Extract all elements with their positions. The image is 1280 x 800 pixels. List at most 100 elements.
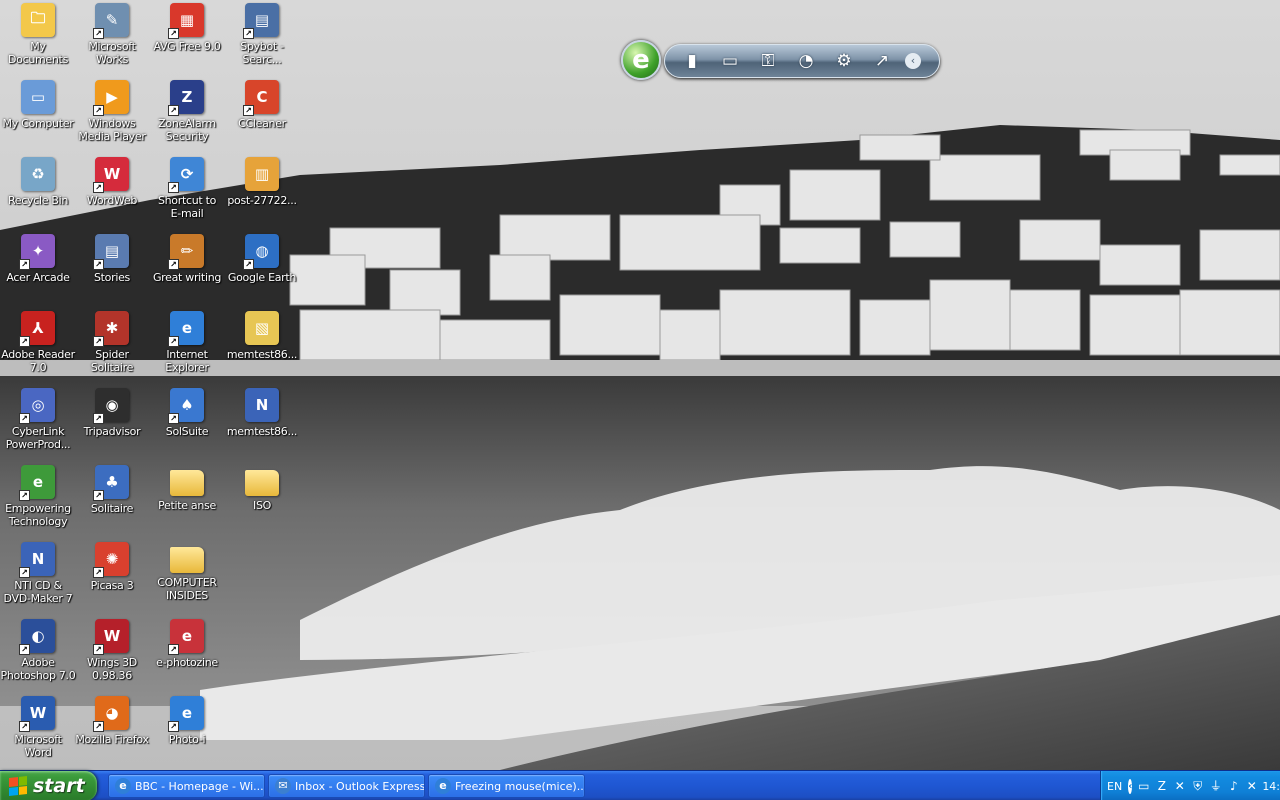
- media-player-icon: ▶ ↗: [93, 80, 129, 116]
- desktop-icon[interactable]: ▶ ↗ Windows Media Player: [74, 77, 150, 153]
- empowering-logo-icon[interactable]: e: [621, 40, 661, 80]
- taskbar-button-label: Inbox - Outlook Express: [295, 779, 425, 793]
- desktop-icon[interactable]: C ↗ CCleaner: [224, 77, 300, 153]
- desktop-icon[interactable]: ▦ ↗ AVG Free 9.0: [149, 0, 225, 76]
- power-plug-icon[interactable]: ⏚: [1208, 779, 1223, 794]
- desktop-icon[interactable]: ◎ ↗ CyberLink PowerProd...: [0, 385, 76, 461]
- desktop-icon[interactable]: ♻ Recycle Bin: [0, 154, 76, 230]
- outlook-express-icon: ✉: [275, 778, 291, 794]
- desktop-icon[interactable]: COMPUTER INSIDES: [149, 539, 225, 615]
- taskbar-button-bbc[interactable]: e BBC - Homepage - Wi...: [108, 774, 265, 798]
- desktop-icon-label: Internet Explorer: [165, 348, 209, 374]
- desktop-icon[interactable]: ✱ ↗ Spider Solitaire: [74, 308, 150, 384]
- desktop-icon[interactable]: e ↗ Photo-i: [149, 693, 225, 769]
- desktop-icon-label: Empowering Technology: [5, 502, 71, 528]
- desktop-icon[interactable]: e ↗ Internet Explorer: [149, 308, 225, 384]
- desktop-icon[interactable]: ◉ ↗ Tripadvisor: [74, 385, 150, 461]
- desktop-icon[interactable]: ⅄ ↗ Adobe Reader 7.0: [0, 308, 76, 384]
- desktop-icon-grid: 🗀 My Documents ✎ ↗ Microsoft Works ▦ ↗ AVG Free…: [0, 0, 300, 770]
- desktop-icon-label: My Documents: [7, 40, 69, 66]
- shortcut-arrow-icon: ↗: [243, 105, 254, 116]
- desktop-icon[interactable]: e ↗ e-photozine: [149, 616, 225, 692]
- desktop-icon-label: Google Earth: [227, 271, 297, 284]
- desktop-icon[interactable]: ▧ memtest86...: [224, 308, 300, 384]
- desktop-icon-label: Solitaire: [90, 502, 134, 515]
- desktop-icon[interactable]: ♠ ↗ SolSuite: [149, 385, 225, 461]
- desktop-icon[interactable]: W ↗ WordWeb: [74, 154, 150, 230]
- shield-tray-icon[interactable]: ⛨: [1190, 779, 1205, 794]
- system-tray: EN ‹ ▭Z✕⛨⏚♪✕ 14:07: [1100, 771, 1280, 800]
- shortcut-arrow-icon: ↗: [168, 105, 179, 116]
- shortcut-arrow-icon: ↗: [168, 721, 179, 732]
- shortcut-arrow-icon: ↗: [168, 28, 179, 39]
- show-hidden-icons-chevron-icon[interactable]: ‹: [1128, 778, 1133, 794]
- desktop-icon-label: AVG Free 9.0: [153, 40, 221, 53]
- desktop-icon[interactable]: N ↗ NTI CD & DVD-Maker 7: [0, 539, 76, 615]
- stories-icon: ▤ ↗: [93, 234, 129, 270]
- shortcut-arrow-icon: ↗: [19, 336, 30, 347]
- desktop-icon-label: COMPUTER INSIDES: [157, 576, 217, 602]
- desktop-icon[interactable]: W ↗ Wings 3D 0.98.36: [74, 616, 150, 692]
- empowering-technology-icon: e ↗: [19, 465, 55, 501]
- desktop-icon[interactable]: ◕ ↗ Mozilla Firefox: [74, 693, 150, 769]
- desktop-icon[interactable]: ♣ ↗ Solitaire: [74, 462, 150, 538]
- desktop-icon[interactable]: Nmemtest86...: [224, 385, 300, 461]
- desktop-icon[interactable]: ⟳ ↗ Shortcut to E-mail: [149, 154, 225, 230]
- desktop-icon[interactable]: 🗀 My Documents: [0, 0, 76, 76]
- desktop-icon[interactable]: ✎ ↗ Microsoft Works: [74, 0, 150, 76]
- microsoft-word-icon: W ↗: [19, 696, 55, 732]
- spider-solitaire-icon: ✱ ↗: [93, 311, 129, 347]
- desktop-icon[interactable]: ✦ ↗ Acer Arcade: [0, 231, 76, 307]
- desktop-icon[interactable]: e ↗ Empowering Technology: [0, 462, 76, 538]
- clock[interactable]: 14:07: [1262, 780, 1280, 793]
- desktop-icon[interactable]: ▤ ↗ Stories: [74, 231, 150, 307]
- desktop-icon[interactable]: ✏ ↗ Great writing: [149, 231, 225, 307]
- security-alert-icon[interactable]: ✕: [1244, 779, 1259, 794]
- shortcut-arrow-icon: ↗: [19, 413, 30, 424]
- zonealarm-tray-icon[interactable]: Z: [1154, 779, 1169, 794]
- desktop-icon[interactable]: ✺ ↗ Picasa 3: [74, 539, 150, 615]
- desktop-icon[interactable]: ISO: [224, 462, 300, 538]
- desktop-icon[interactable]: W ↗ Microsoft Word: [0, 693, 76, 769]
- desktop-icon[interactable]: ▤ ↗ Spybot - Searc...: [224, 0, 300, 76]
- battery-icon[interactable]: ▮: [681, 50, 703, 72]
- language-indicator[interactable]: EN: [1107, 780, 1122, 793]
- shortcut-arrow-icon: ↗: [93, 28, 104, 39]
- photoshop-icon: ◐ ↗: [19, 619, 55, 655]
- lock-icon[interactable]: ⚿: [757, 50, 779, 72]
- desktop-icon[interactable]: ▥ post-27722...: [224, 154, 300, 230]
- shortcut-arrow-icon: ↗: [19, 490, 30, 501]
- performance-chart-icon[interactable]: ↗: [871, 50, 893, 72]
- my-documents-icon: 🗀: [21, 3, 55, 37]
- tray-icon-group: ▭ Z ✕ ⛨ ⏚ ♪ ✕: [1136, 779, 1262, 794]
- desktop-icon-label: Mozilla Firefox: [75, 733, 149, 746]
- start-button[interactable]: start: [0, 771, 97, 800]
- taskbar-button-outlook[interactable]: ✉ Inbox - Outlook Express: [268, 774, 425, 798]
- desktop-icon-label: CCleaner: [238, 117, 286, 130]
- shortcut-arrow-icon: ↗: [243, 28, 254, 39]
- ccleaner-icon: C ↗: [243, 80, 279, 116]
- internet-explorer-icon: e ↗: [168, 311, 204, 347]
- collapse-arrow-icon[interactable]: ‹: [905, 53, 921, 69]
- projector-icon[interactable]: ▭: [719, 50, 741, 72]
- recovery-icon[interactable]: ◔: [795, 50, 817, 72]
- desktop-icon[interactable]: ▭ My Computer: [0, 77, 76, 153]
- network-disconnected-icon[interactable]: ✕: [1172, 779, 1187, 794]
- desktop-icon-label: ZoneAlarm Security: [158, 117, 216, 143]
- monitor-icon[interactable]: ▭: [1136, 779, 1151, 794]
- desktop-icon-label: CyberLink PowerProd...: [5, 425, 71, 451]
- desktop-icon-label: Windows Media Player: [78, 117, 146, 143]
- taskbar-button-freezing-mouse[interactable]: e Freezing mouse(mice)...: [428, 774, 585, 798]
- gear-icon[interactable]: ⚙: [833, 50, 855, 72]
- shortcut-arrow-icon: ↗: [93, 567, 104, 578]
- desktop-icon-label: Spider Solitaire: [90, 348, 134, 374]
- shortcut-arrow-icon: ↗: [19, 259, 30, 270]
- desktop-icon[interactable]: Petite anse: [149, 462, 225, 538]
- desktop-icon[interactable]: ◐ ↗ Adobe Photoshop 7.0: [0, 616, 76, 692]
- shortcut-arrow-icon: ↗: [93, 105, 104, 116]
- desktop-icon[interactable]: ◍ ↗ Google Earth: [224, 231, 300, 307]
- desktop-icon[interactable]: Z ↗ ZoneAlarm Security: [149, 77, 225, 153]
- desktop-icon-label: ISO: [253, 499, 271, 512]
- volume-icon[interactable]: ♪: [1226, 779, 1241, 794]
- start-label: start: [33, 775, 85, 797]
